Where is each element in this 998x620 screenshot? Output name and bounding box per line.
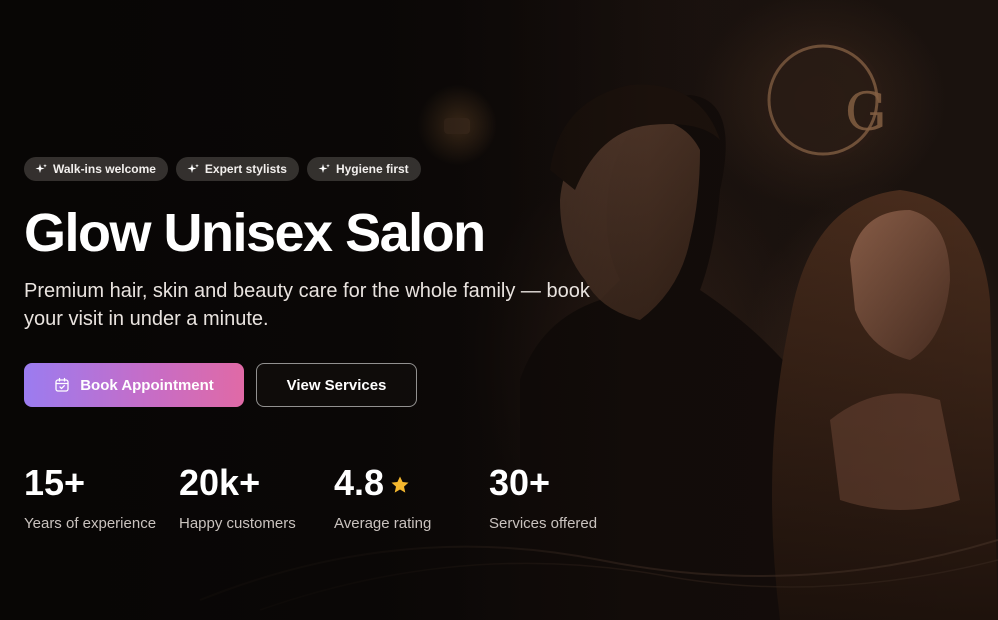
stat-customers: 20k+ Happy customers	[179, 462, 334, 533]
hero-actions: Book Appointment View Services	[24, 363, 644, 407]
badge-hygiene-first: Hygiene first	[306, 157, 421, 181]
badge-label: Hygiene first	[335, 162, 409, 176]
page-title: Glow Unisex Salon	[24, 203, 486, 263]
badge-label: Expert stylists	[204, 162, 287, 176]
badge-expert-stylists: Expert stylists	[175, 157, 299, 181]
star-icon	[391, 476, 409, 493]
badge-label: Walk-ins welcome	[53, 162, 156, 176]
stat-label: Happy customers	[179, 515, 296, 532]
stat-label: Average rating	[334, 515, 432, 532]
book-appointment-button[interactable]: Book Appointment	[24, 363, 244, 407]
stat-label: Services offered	[489, 515, 598, 532]
view-services-button[interactable]: View Services	[256, 363, 417, 407]
hero-content: Walk-ins welcome Expert stylists Hygiene…	[24, 157, 644, 532]
badge-list: Walk-ins welcome Expert stylists Hygiene…	[24, 157, 644, 181]
sparkle-icon	[187, 164, 199, 173]
view-services-label: View Services	[286, 376, 387, 394]
hero-section: G Walk-ins welcome Expert stylists Hygie…	[0, 0, 998, 620]
sparkle-icon	[318, 164, 330, 173]
hero-subtitle: Premium hair, skin and beauty care for t…	[24, 280, 590, 330]
stat-value: 20k+	[179, 462, 261, 503]
sparkle-icon	[35, 164, 47, 173]
stat-value: 4.8	[334, 462, 385, 503]
stat-value: 15+	[24, 462, 86, 503]
stat-value: 30+	[489, 462, 551, 503]
stat-rating: 4.8 Average rating	[334, 462, 489, 533]
stat-services: 30+ Services offered	[489, 462, 644, 533]
stat-experience: 15+ Years of experience	[24, 462, 179, 533]
badge-walk-ins: Walk-ins welcome	[24, 157, 168, 181]
book-appointment-label: Book Appointment	[80, 376, 214, 394]
calendar-check-icon	[55, 377, 69, 392]
stats-row: 15+ Years of experience 20k+ Happy custo…	[24, 462, 644, 533]
stat-label: Years of experience	[24, 515, 157, 532]
